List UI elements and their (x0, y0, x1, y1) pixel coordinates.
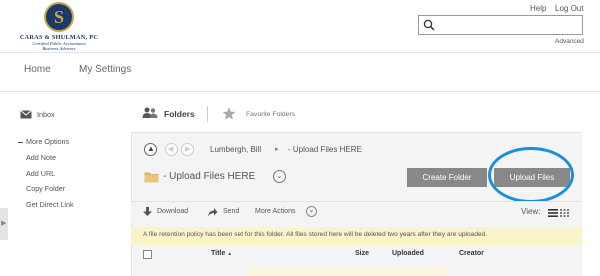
logo-tagline-2: Business Advisors (42, 46, 76, 51)
breadcrumb-parent[interactable]: Lumbergh, Bill (210, 145, 261, 154)
side-panel-tab[interactable]: ▶ (0, 208, 8, 240)
users-icon (142, 107, 158, 118)
more-options-label: More Options (26, 137, 70, 146)
logo-tagline: Certified Public Accountants Business Ad… (10, 41, 108, 51)
more-actions-dropdown[interactable]: More Actions ⌄ (255, 202, 325, 224)
forward-button[interactable]: ▶ (181, 143, 194, 156)
chevron-down-icon: ⌄ (276, 173, 283, 180)
chevron-right-icon: ▶ (1, 220, 7, 227)
download-button[interactable]: Download (143, 202, 199, 224)
column-title-label: Title (211, 250, 226, 257)
file-table-header: Title ▲ Size Uploaded Creator (131, 246, 582, 264)
arrow-up-icon: ▲ (147, 144, 155, 153)
folder-options-dropdown[interactable]: ⌄ (273, 170, 286, 183)
logo-initial: S (53, 7, 64, 27)
column-creator[interactable]: Creator (459, 250, 484, 257)
column-uploaded[interactable]: Uploaded (392, 250, 424, 257)
folder-icon (144, 172, 159, 183)
folders-label: Folders (164, 109, 195, 119)
search-box[interactable] (418, 15, 583, 35)
more-actions-label: More Actions (255, 208, 296, 215)
arrow-right-icon: ▶ (185, 146, 191, 153)
main-nav: Home My Settings (0, 52, 600, 92)
sort-ascending-icon: ▲ (227, 251, 233, 257)
share-arrow-icon (208, 208, 218, 216)
search-icon (423, 19, 435, 31)
retention-notice: A file retention policy has been set for… (131, 227, 582, 245)
star-icon (222, 107, 236, 120)
breadcrumb-separator: ▸ (275, 146, 279, 153)
folders-divider (207, 106, 208, 122)
logo-emblem: S (44, 2, 74, 32)
view-label: View: (521, 207, 541, 216)
highlight-ring (488, 147, 574, 203)
logo-company-name: CARAS & SHULMAN, PC (19, 34, 99, 41)
send-label: Send (223, 208, 240, 215)
logout-link[interactable]: Log Out (555, 4, 583, 13)
favorite-folders-label: Favorite Folders (246, 111, 296, 118)
row-highlight (249, 268, 447, 276)
more-options-toggle[interactable]: More Options (18, 137, 69, 146)
sidebar-item-inbox[interactable]: Inbox (20, 109, 110, 123)
file-toolbar: Download Send More Actions ⌄ View: (131, 201, 582, 223)
chevron-down-icon: ⌄ (306, 206, 317, 217)
list-view-icon[interactable] (548, 209, 558, 217)
folder-title: - Upload Files HERE (163, 171, 256, 182)
sidebar-add-url[interactable]: Add URL (26, 169, 55, 178)
download-icon (143, 207, 152, 216)
sidebar-get-direct-link[interactable]: Get Direct Link (26, 200, 74, 209)
column-title[interactable]: Title ▲ (211, 250, 232, 257)
back-button[interactable]: ◀ (165, 143, 178, 156)
nav-home[interactable]: Home (24, 64, 51, 75)
column-size[interactable]: Size (355, 250, 369, 257)
retention-notice-text: A file retention policy has been set for… (143, 231, 488, 238)
nav-my-settings[interactable]: My Settings (79, 64, 131, 75)
envelope-icon (20, 110, 32, 119)
search-input[interactable] (437, 19, 577, 32)
send-button[interactable]: Send (207, 202, 247, 224)
grid-view-icon[interactable] (560, 209, 569, 217)
breadcrumb-current: - Upload Files HERE (288, 145, 362, 154)
up-folder-button[interactable]: ▲ (144, 143, 157, 156)
sidebar-inbox-label: Inbox (37, 110, 55, 119)
download-label: Download (157, 208, 189, 215)
advanced-search-link[interactable]: Advanced (555, 38, 584, 45)
collapse-dash-icon (18, 141, 23, 143)
create-folder-button[interactable]: Create Folder (407, 168, 487, 187)
arrow-left-icon: ◀ (168, 146, 174, 153)
sidebar-add-note[interactable]: Add Note (26, 153, 56, 162)
help-link[interactable]: Help (530, 4, 546, 13)
company-logo[interactable]: S CARAS & SHULMAN, PC Certified Public A… (10, 2, 108, 51)
sidebar-copy-folder[interactable]: Copy Folder (26, 184, 65, 193)
select-all-checkbox[interactable] (143, 250, 152, 259)
